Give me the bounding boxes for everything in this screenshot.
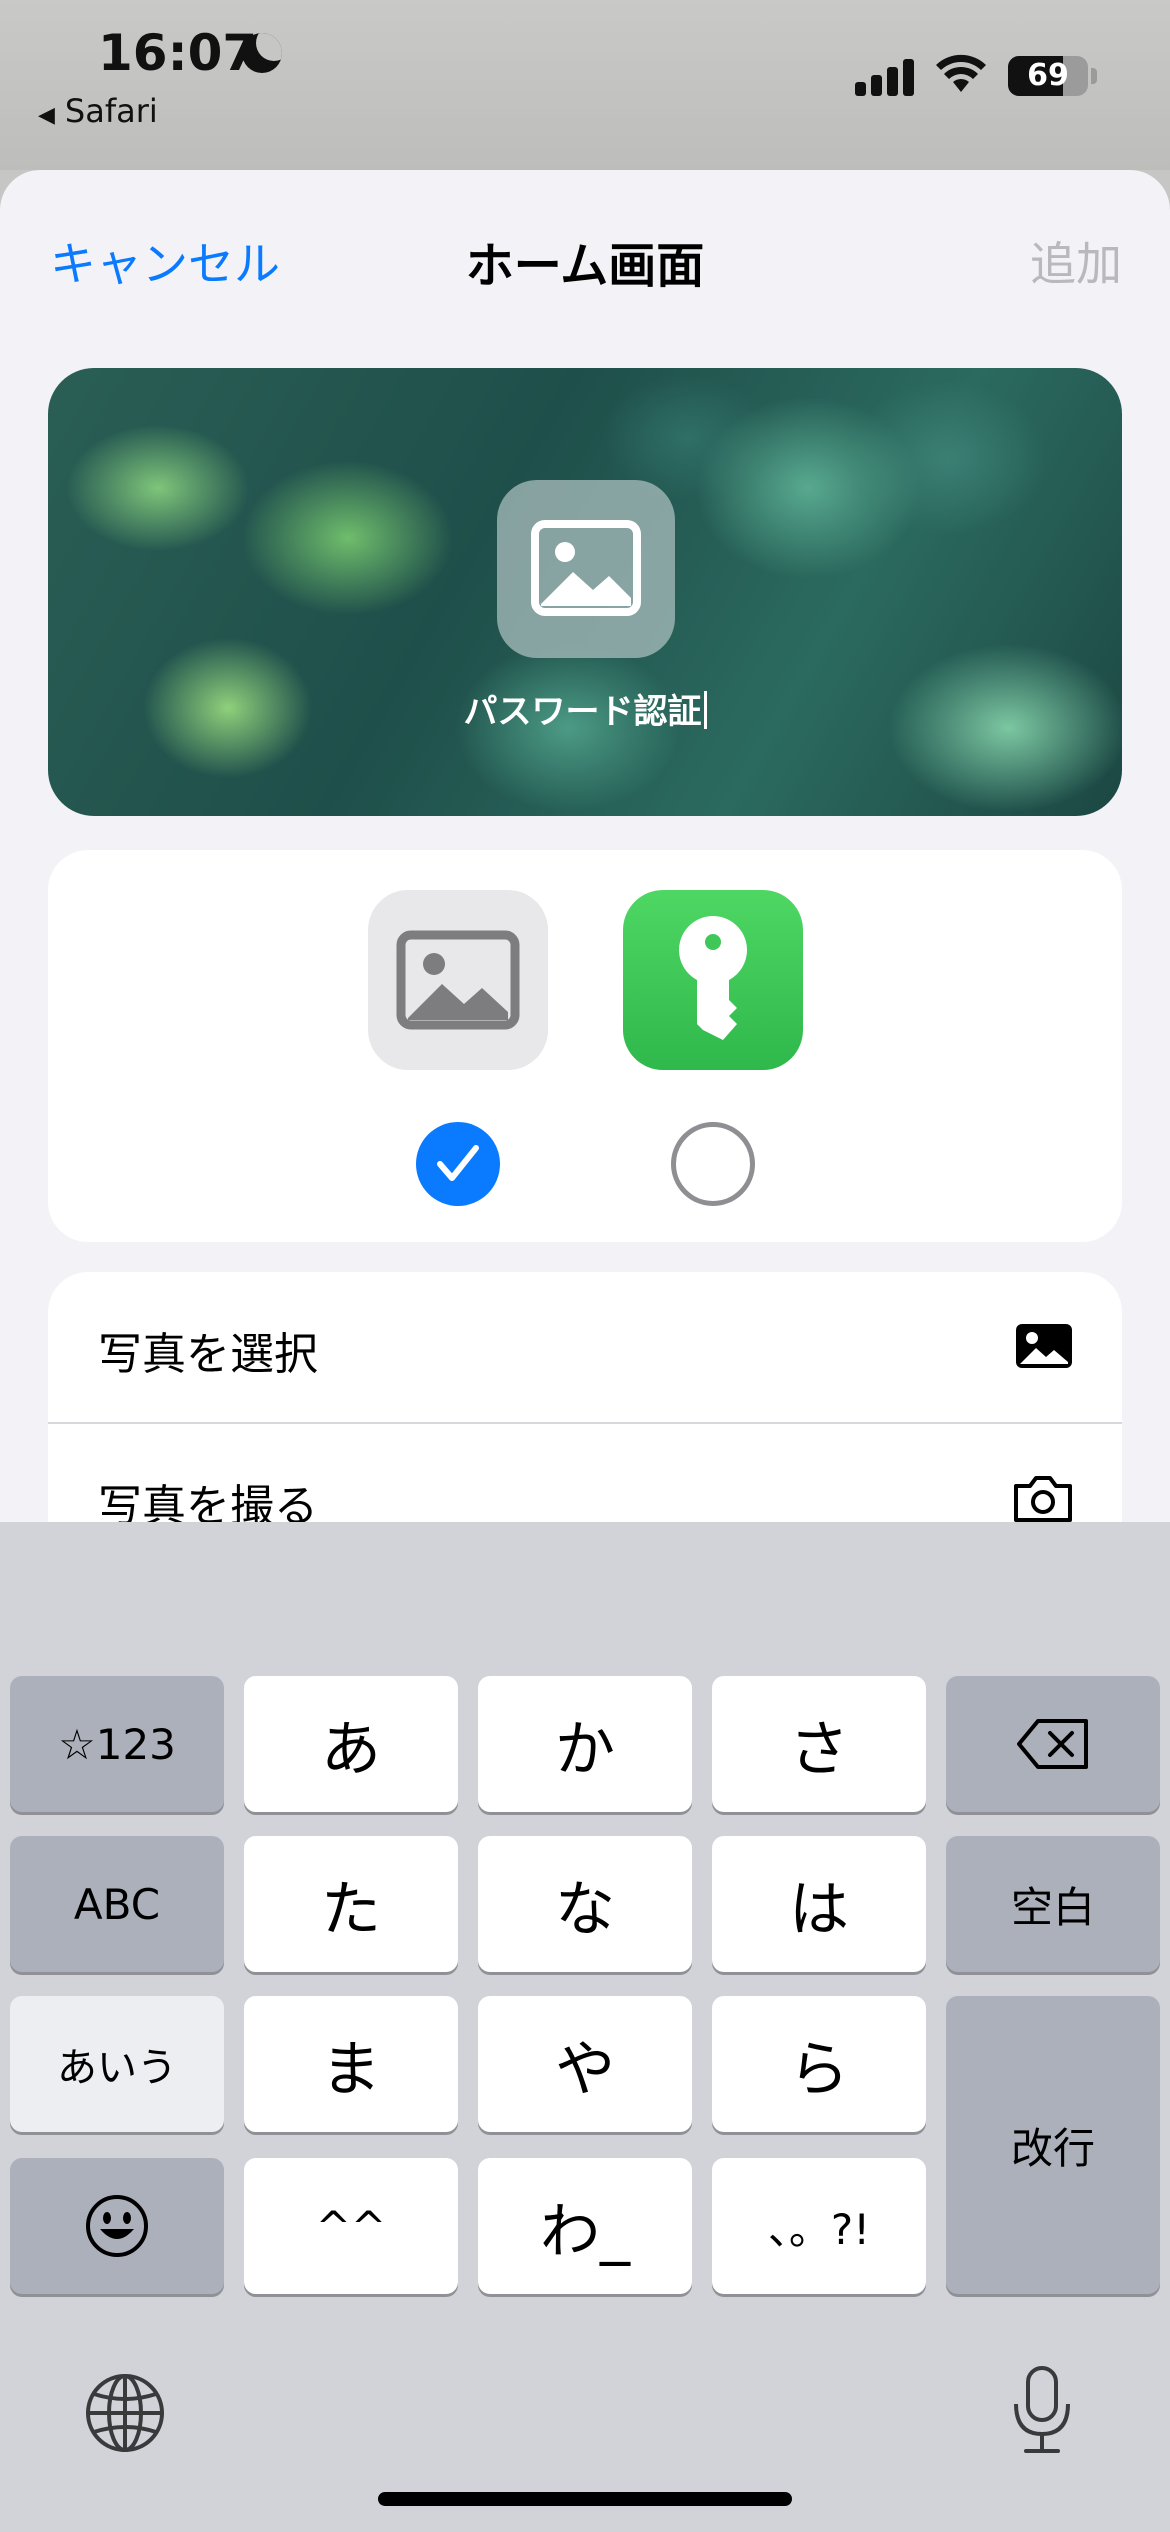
- preview-app-icon: [497, 480, 675, 658]
- battery-percentage: 69: [1027, 58, 1069, 93]
- choose-photo-label: 写真を選択: [98, 1329, 318, 1380]
- wifi-icon: [936, 54, 986, 92]
- key-aiu[interactable]: あいう: [10, 1996, 224, 2132]
- emoji-key[interactable]: [10, 2158, 224, 2294]
- key-a[interactable]: あ: [244, 1676, 458, 1812]
- icon-option-photo-radio-selected[interactable]: [416, 1122, 500, 1206]
- photo-icon: [1016, 1324, 1072, 1368]
- key-ra[interactable]: ら: [712, 1996, 926, 2132]
- text-caret: [703, 691, 707, 729]
- japanese-kana-keyboard: ☆123 あ か さ ABC た な は 空白 あいう ま や ら 改行 ^^ …: [0, 1522, 1170, 2532]
- return-key[interactable]: 改行: [946, 1996, 1160, 2294]
- key-wa[interactable]: わ_: [478, 2158, 692, 2294]
- delete-key[interactable]: [946, 1676, 1160, 1812]
- key-na[interactable]: な: [478, 1836, 692, 1972]
- key-abc[interactable]: ABC: [10, 1836, 224, 1972]
- take-photo-row[interactable]: 写真を撮る: [48, 1424, 1122, 1530]
- space-key[interactable]: 空白: [946, 1836, 1160, 1972]
- delete-backspace-icon: [1017, 1719, 1088, 1769]
- icon-option-key-radio[interactable]: [671, 1122, 755, 1206]
- photo-icon: [531, 520, 641, 616]
- photo-icon: [396, 930, 520, 1030]
- globe-icon[interactable]: [84, 2372, 166, 2454]
- back-app-label: Safari: [64, 92, 158, 130]
- back-to-app-link[interactable]: ◀ Safari: [38, 92, 158, 130]
- key-ma[interactable]: ま: [244, 1996, 458, 2132]
- icon-option-key[interactable]: [623, 890, 803, 1070]
- key-numbers-symbols[interactable]: ☆123: [10, 1676, 224, 1812]
- key-ha[interactable]: は: [712, 1836, 926, 1972]
- back-triangle-icon: ◀: [38, 103, 55, 128]
- checkmark-icon: [437, 1145, 479, 1181]
- key-ka[interactable]: か: [478, 1676, 692, 1812]
- icon-option-photo[interactable]: [368, 890, 548, 1070]
- emoji-icon: [86, 2195, 148, 2257]
- sheet-title: ホーム画面: [465, 238, 705, 294]
- bookmark-name-field[interactable]: パスワード認証: [48, 684, 1122, 733]
- key-sa[interactable]: さ: [712, 1676, 926, 1812]
- key-icon: [679, 916, 747, 1040]
- photo-actions-list: 写真を選択 写真を撮る: [48, 1272, 1122, 1530]
- cellular-signal-icon: [855, 58, 915, 96]
- battery-nub: [1091, 68, 1097, 84]
- key-ta[interactable]: た: [244, 1836, 458, 1972]
- moon-icon: [242, 33, 282, 73]
- camera-icon: [1014, 1476, 1072, 1522]
- icon-picker: [48, 850, 1122, 1242]
- take-photo-label: 写真を撮る: [98, 1481, 318, 1530]
- home-indicator[interactable]: [378, 2492, 792, 2506]
- home-screen-preview: パスワード認証: [48, 368, 1122, 816]
- status-time: 16:07: [98, 24, 258, 82]
- battery-icon: 69: [1008, 56, 1088, 96]
- add-to-home-sheet: キャンセル ホーム画面 追加 パスワード認証 写真を選択 写真を撮る: [0, 170, 1170, 1530]
- add-button[interactable]: 追加: [1030, 228, 1122, 294]
- microphone-icon[interactable]: [1010, 2364, 1074, 2456]
- status-bar: 16:07 ◀ Safari 69: [0, 0, 1170, 170]
- key-ya[interactable]: や: [478, 1996, 692, 2132]
- choose-photo-row[interactable]: 写真を選択: [48, 1272, 1122, 1424]
- key-punctuation[interactable]: 、。?!: [712, 2158, 926, 2294]
- key-kaomoji[interactable]: ^^: [244, 2158, 458, 2294]
- bookmark-name-text: パスワード認証: [463, 692, 702, 732]
